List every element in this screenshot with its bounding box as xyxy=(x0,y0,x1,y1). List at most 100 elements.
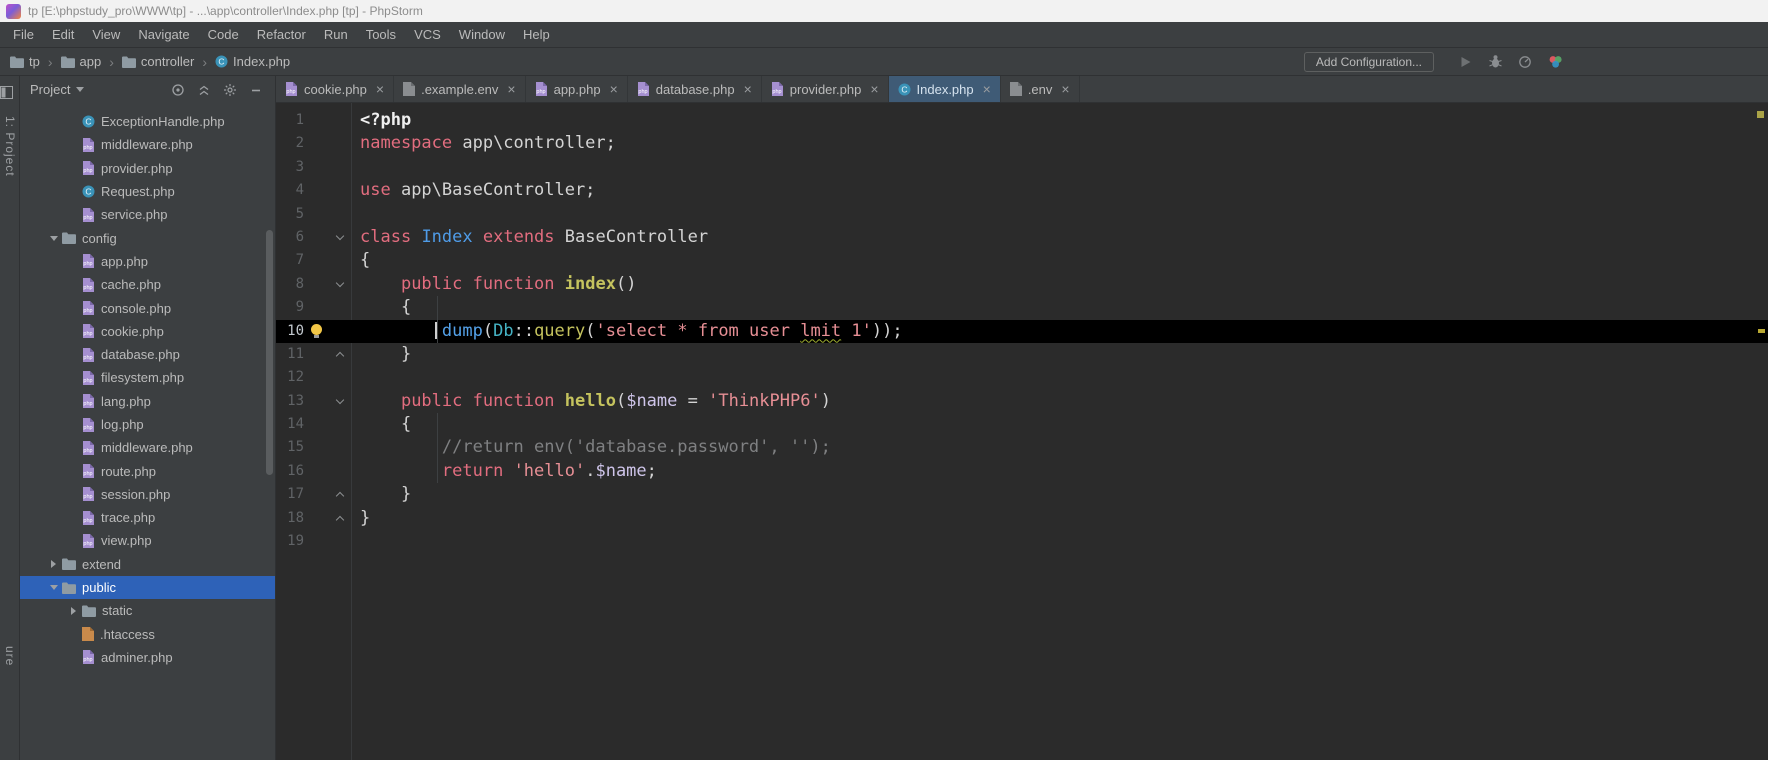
menu-window[interactable]: Window xyxy=(450,22,514,47)
tab-close-icon[interactable]: × xyxy=(744,82,752,96)
code-line[interactable]: 15 //return env('database.password', '')… xyxy=(276,436,1768,459)
menu-file[interactable]: File xyxy=(4,22,43,47)
chevron-right-icon[interactable] xyxy=(51,560,56,568)
tree-item-console.php[interactable]: phpconsole.php xyxy=(20,296,275,319)
tree-item-config[interactable]: config xyxy=(20,226,275,249)
menu-refactor[interactable]: Refactor xyxy=(248,22,315,47)
tab-close-icon[interactable]: × xyxy=(983,82,991,96)
code-line[interactable]: 1<?php xyxy=(276,109,1768,132)
code-line[interactable]: 13 public function hello($name = 'ThinkP… xyxy=(276,390,1768,413)
breadcrumb-item-tp[interactable]: tp xyxy=(10,54,40,69)
tree-item-session.php[interactable]: phpsession.php xyxy=(20,483,275,506)
menu-vcs[interactable]: VCS xyxy=(405,22,450,47)
tab-close-icon[interactable]: × xyxy=(376,82,384,96)
fold-close-icon[interactable] xyxy=(336,352,344,360)
tree-item-cache.php[interactable]: phpcache.php xyxy=(20,273,275,296)
run-icon[interactable] xyxy=(1457,54,1473,70)
add-configuration-button[interactable]: Add Configuration... xyxy=(1304,52,1434,72)
tree-item-extend[interactable]: extend xyxy=(20,553,275,576)
code-line[interactable]: 14 { xyxy=(276,413,1768,436)
tree-item-lang.php[interactable]: phplang.php xyxy=(20,390,275,413)
menu-help[interactable]: Help xyxy=(514,22,559,47)
tree-item-exceptionhandle.php[interactable]: CExceptionHandle.php xyxy=(20,110,275,133)
menu-code[interactable]: Code xyxy=(199,22,248,47)
intention-bulb-icon[interactable] xyxy=(311,324,322,335)
tab-.env[interactable]: .env× xyxy=(1001,76,1080,102)
tree-item-view.php[interactable]: phpview.php xyxy=(20,529,275,552)
tab-close-icon[interactable]: × xyxy=(870,82,878,96)
error-stripe-mark[interactable] xyxy=(1758,329,1765,333)
tab-.example.env[interactable]: .example.env× xyxy=(394,76,526,102)
menu-run[interactable]: Run xyxy=(315,22,357,47)
project-panel-title[interactable]: Project xyxy=(30,82,70,97)
code-line[interactable]: 19 xyxy=(276,530,1768,553)
profiler-icon[interactable] xyxy=(1517,54,1533,70)
tab-index.php[interactable]: CIndex.php× xyxy=(889,76,1001,102)
code-editor[interactable]: 1<?php2namespace app\controller;34use ap… xyxy=(276,103,1768,760)
tree-item-service.php[interactable]: phpservice.php xyxy=(20,203,275,226)
code-line[interactable]: 12 xyxy=(276,366,1768,389)
project-tree-scrollbar[interactable] xyxy=(266,230,273,475)
tree-item-trace.php[interactable]: phptrace.php xyxy=(20,506,275,529)
tab-cookie.php[interactable]: phpcookie.php× xyxy=(276,76,394,102)
search-everywhere-icon[interactable] xyxy=(1547,54,1563,70)
code-line[interactable]: 18} xyxy=(276,507,1768,530)
tree-item-route.php[interactable]: phproute.php xyxy=(20,459,275,482)
tree-item-.htaccess[interactable]: .htaccess xyxy=(20,623,275,646)
code-line[interactable]: 7{ xyxy=(276,249,1768,272)
tab-close-icon[interactable]: × xyxy=(1061,82,1069,96)
tree-item-app.php[interactable]: phpapp.php xyxy=(20,250,275,273)
chevron-right-icon[interactable] xyxy=(71,607,76,615)
locate-icon[interactable] xyxy=(171,83,185,97)
tool-window-button-project[interactable]: 1: Project xyxy=(3,116,17,177)
tree-item-middleware.php[interactable]: phpmiddleware.php xyxy=(20,436,275,459)
collapse-all-icon[interactable] xyxy=(197,83,211,97)
breadcrumb-item-app[interactable]: app xyxy=(61,54,102,69)
fold-close-icon[interactable] xyxy=(336,515,344,523)
fold-close-icon[interactable] xyxy=(336,492,344,500)
tree-item-cookie.php[interactable]: phpcookie.php xyxy=(20,320,275,343)
fold-open-icon[interactable] xyxy=(336,278,344,286)
menu-view[interactable]: View xyxy=(83,22,129,47)
code-line[interactable]: 9 { xyxy=(276,296,1768,319)
tab-database.php[interactable]: phpdatabase.php× xyxy=(628,76,762,102)
chevron-down-icon[interactable] xyxy=(50,585,58,590)
tab-close-icon[interactable]: × xyxy=(610,82,618,96)
breadcrumb-item-controller[interactable]: controller xyxy=(122,54,194,69)
code-line[interactable]: 17 } xyxy=(276,483,1768,506)
tree-item-request.php[interactable]: CRequest.php xyxy=(20,180,275,203)
code-line[interactable]: 6class Index extends BaseController xyxy=(276,226,1768,249)
menu-navigate[interactable]: Navigate xyxy=(129,22,198,47)
tab-app.php[interactable]: phpapp.php× xyxy=(526,76,628,102)
tab-close-icon[interactable]: × xyxy=(507,82,515,96)
tree-item-log.php[interactable]: phplog.php xyxy=(20,413,275,436)
code-line[interactable]: 10 dump(Db::query('select * from user lm… xyxy=(276,320,1768,343)
menu-tools[interactable]: Tools xyxy=(357,22,405,47)
tree-item-provider.php[interactable]: phpprovider.php xyxy=(20,157,275,180)
hide-icon[interactable] xyxy=(249,83,263,97)
menu-edit[interactable]: Edit xyxy=(43,22,83,47)
tree-item-database.php[interactable]: phpdatabase.php xyxy=(20,343,275,366)
tree-item-middleware.php[interactable]: phpmiddleware.php xyxy=(20,133,275,156)
code-line[interactable]: 4use app\BaseController; xyxy=(276,179,1768,202)
tree-item-static[interactable]: static xyxy=(20,599,275,622)
code-line[interactable]: 11 } xyxy=(276,343,1768,366)
tab-provider.php[interactable]: phpprovider.php× xyxy=(762,76,889,102)
code-line[interactable]: 16 return 'hello'.$name; xyxy=(276,460,1768,483)
code-line[interactable]: 8 public function index() xyxy=(276,273,1768,296)
fold-open-icon[interactable] xyxy=(336,395,344,403)
tree-item-filesystem.php[interactable]: phpfilesystem.php xyxy=(20,366,275,389)
tool-window-button-structure[interactable]: ure xyxy=(3,646,17,666)
code-line[interactable]: 5 xyxy=(276,203,1768,226)
settings-icon[interactable] xyxy=(223,83,237,97)
project-tool-window-icon[interactable] xyxy=(0,86,19,104)
chevron-down-icon[interactable] xyxy=(76,87,84,92)
breadcrumb-item-index.php[interactable]: CIndex.php xyxy=(215,54,290,69)
code-line[interactable]: 3 xyxy=(276,156,1768,179)
inspection-indicator-icon[interactable] xyxy=(1757,111,1764,118)
tree-item-adminer.php[interactable]: phpadminer.php xyxy=(20,646,275,669)
debug-icon[interactable] xyxy=(1487,54,1503,70)
code-line[interactable]: 2namespace app\controller; xyxy=(276,132,1768,155)
chevron-down-icon[interactable] xyxy=(50,236,58,241)
tree-item-public[interactable]: public xyxy=(20,576,275,599)
